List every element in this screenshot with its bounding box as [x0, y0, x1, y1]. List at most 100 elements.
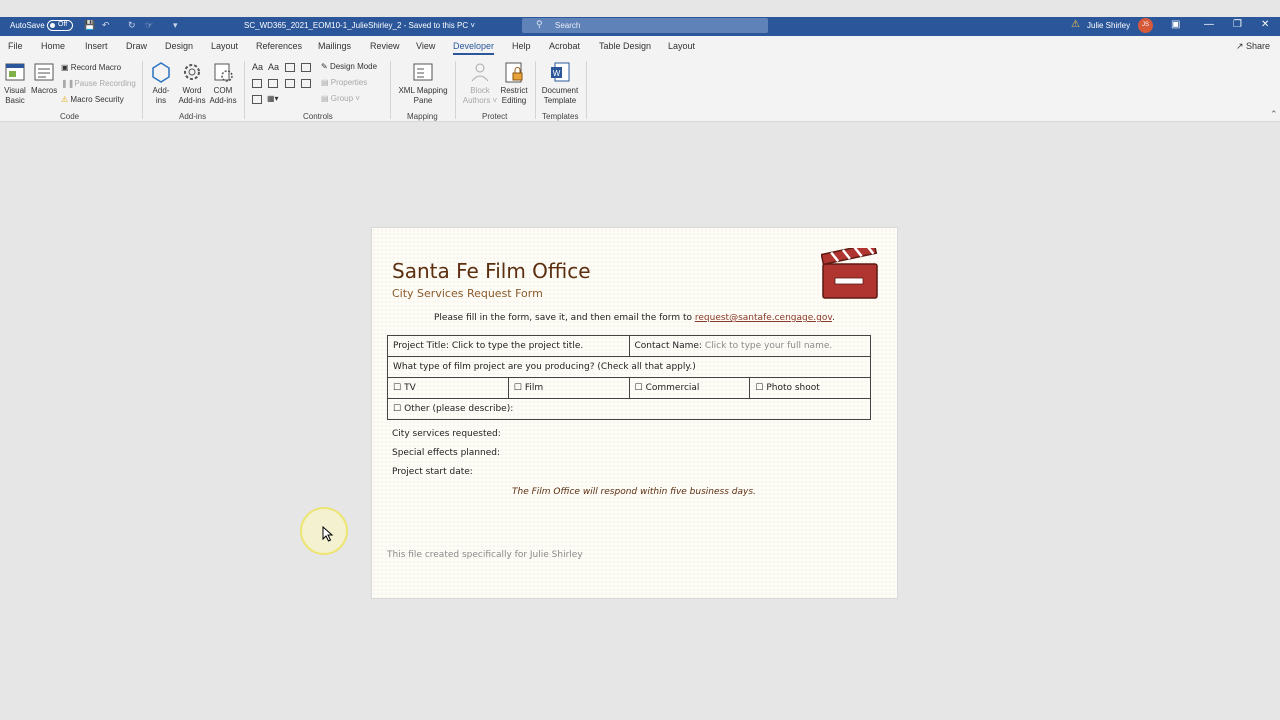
group-separator	[455, 61, 456, 119]
search-placeholder: Search	[555, 21, 581, 30]
properties-button[interactable]: ▤ Properties	[321, 78, 367, 88]
minimize-icon[interactable]: —	[1204, 19, 1214, 30]
record-macro-button[interactable]: ▣ Record Macro	[61, 63, 121, 73]
macros-button[interactable]: Macros	[31, 61, 57, 96]
block-authors-icon	[471, 63, 489, 82]
tab-references[interactable]: References	[256, 41, 302, 51]
tab-file[interactable]: File	[8, 41, 23, 51]
option-tv[interactable]: ☐ TV	[387, 377, 509, 399]
block-authors-button[interactable]: Block Authors ˅	[460, 61, 500, 106]
tab-table-design[interactable]: Table Design	[599, 41, 651, 51]
autosave-toggle[interactable]: Off	[47, 20, 73, 31]
legacy-tools-icon[interactable]: ▦▾	[267, 94, 279, 104]
tab-layout[interactable]: Layout	[211, 41, 238, 51]
pause-icon: ❚❚	[61, 79, 75, 88]
checkbox-other[interactable]: ☐	[393, 404, 401, 414]
project-type-question: What type of film project are you produc…	[387, 356, 871, 378]
customize-toolbar-icon[interactable]: ▾	[173, 20, 178, 31]
word-add-ins-button[interactable]: Word Add-ins	[177, 61, 207, 106]
tab-mailings[interactable]: Mailings	[318, 41, 351, 51]
menu-tabs: File Home Insert Draw Design Layout Refe…	[0, 36, 1280, 57]
design-mode-button[interactable]: ✎ Design Mode	[321, 62, 377, 72]
avatar[interactable]: JS	[1138, 18, 1153, 33]
combo-box-control-icon[interactable]	[268, 79, 278, 88]
field-special-effects[interactable]: Special effects planned:	[392, 448, 500, 458]
group-separator	[142, 61, 143, 119]
picture-control-icon[interactable]	[285, 63, 295, 72]
design-mode-icon: ✎	[321, 62, 328, 71]
autosave-state: Off	[58, 21, 68, 28]
footer-note: This file created specifically for Julie…	[387, 550, 583, 560]
save-icon[interactable]: 💾	[84, 20, 95, 31]
collapse-ribbon-icon[interactable]: ⌃	[1270, 109, 1278, 120]
visual-basic-button[interactable]: Visual Basic	[3, 61, 27, 106]
word-document-icon: W	[551, 62, 570, 82]
document-page[interactable]: Santa Fe Film Office City Services Reque…	[371, 227, 898, 599]
option-photo-shoot[interactable]: ☐ Photo shoot	[749, 377, 871, 399]
xml-mapping-icon	[413, 63, 433, 81]
repeating-section-icon[interactable]	[252, 95, 262, 104]
contact-name-cell: Contact Name: Click to type your full na…	[628, 335, 871, 357]
checkbox-film[interactable]: ☐	[514, 383, 522, 393]
undo-icon[interactable]: ↶	[102, 20, 110, 31]
checkbox-commercial[interactable]: ☐	[635, 383, 643, 393]
option-film[interactable]: ☐ Film	[507, 377, 630, 399]
checkbox-control-icon[interactable]	[252, 79, 262, 88]
redo-icon[interactable]: ↻	[128, 20, 136, 31]
restrict-editing-button[interactable]: Restrict Editing	[498, 61, 530, 106]
group-button[interactable]: ▤ Group ˅	[321, 94, 360, 104]
table-row: ☐ Other (please describe):	[387, 398, 871, 420]
tab-help[interactable]: Help	[512, 41, 531, 51]
macro-security-button[interactable]: ⚠ Macro Security	[61, 95, 124, 105]
ribbon-display-icon[interactable]: ▣	[1171, 19, 1180, 30]
warning-icon[interactable]: ⚠	[1071, 19, 1080, 30]
rich-text-control-icon[interactable]: Aa	[252, 62, 263, 72]
add-ins-button[interactable]: Add-ins	[149, 61, 173, 106]
group-label-protect: Protect	[482, 112, 508, 121]
email-link[interactable]: request@santafe.cengage.gov	[695, 313, 832, 323]
restore-icon[interactable]: ❐	[1233, 19, 1242, 30]
close-icon[interactable]: ✕	[1261, 19, 1269, 30]
checkbox-tv[interactable]: ☐	[393, 383, 401, 393]
project-title-cell: Project Title: Click to type the project…	[387, 335, 630, 357]
touch-mode-icon[interactable]: ☞	[145, 20, 153, 31]
contact-name-field[interactable]: Click to type your full name.	[705, 341, 832, 351]
group-separator	[390, 61, 391, 119]
dropdown-list-control-icon[interactable]	[285, 79, 295, 88]
field-start-date[interactable]: Project start date:	[392, 467, 473, 477]
tab-acrobat[interactable]: Acrobat	[549, 41, 580, 51]
xml-mapping-pane-button[interactable]: XML Mapping Pane	[396, 61, 450, 106]
title-bar: AutoSave Off 💾 ↶ ↻ ☞ ▾ SC_WD365_2021_EOM…	[0, 17, 1280, 36]
plain-text-control-icon[interactable]: Aa	[268, 62, 279, 72]
tab-review[interactable]: Review	[370, 41, 400, 51]
checkbox-photo-shoot[interactable]: ☐	[755, 383, 763, 393]
group-label-mapping: Mapping	[407, 112, 438, 121]
option-other[interactable]: ☐ Other (please describe):	[387, 398, 871, 420]
tab-developer[interactable]: Developer	[453, 41, 495, 55]
user-name[interactable]: Julie Shirley	[1087, 21, 1130, 30]
autosave-label: AutoSave	[10, 21, 45, 30]
tab-design[interactable]: Design	[165, 41, 193, 51]
table-row: What type of film project are you produc…	[387, 356, 871, 378]
project-title-field[interactable]: Click to type the project title.	[452, 341, 583, 351]
tab-insert[interactable]: Insert	[85, 41, 108, 51]
tab-draw[interactable]: Draw	[126, 41, 147, 51]
date-picker-control-icon[interactable]	[301, 79, 311, 88]
com-add-ins-button[interactable]: COM Add-ins	[208, 61, 238, 106]
macros-icon	[34, 63, 54, 81]
share-button[interactable]: ↗ Share	[1236, 41, 1270, 52]
pause-recording-button[interactable]: ❚❚Pause Recording	[61, 79, 136, 89]
group-separator	[586, 61, 587, 119]
option-commercial[interactable]: ☐ Commercial	[628, 377, 751, 399]
group-label-templates: Templates	[542, 112, 579, 121]
field-city-services[interactable]: City services requested:	[392, 429, 501, 439]
building-block-control-icon[interactable]	[301, 63, 311, 72]
tab-view[interactable]: View	[416, 41, 435, 51]
tab-table-layout[interactable]: Layout	[668, 41, 695, 51]
document-template-button[interactable]: W Document Template	[540, 61, 580, 106]
document-subtitle: City Services Request Form	[392, 287, 543, 300]
table-row: ☐ TV ☐ Film ☐ Commercial ☐ Photo shoot	[387, 377, 871, 399]
search-box[interactable]: ⚲ Search	[522, 18, 768, 33]
mouse-pointer-icon	[322, 526, 334, 542]
tab-home[interactable]: Home	[41, 41, 65, 51]
